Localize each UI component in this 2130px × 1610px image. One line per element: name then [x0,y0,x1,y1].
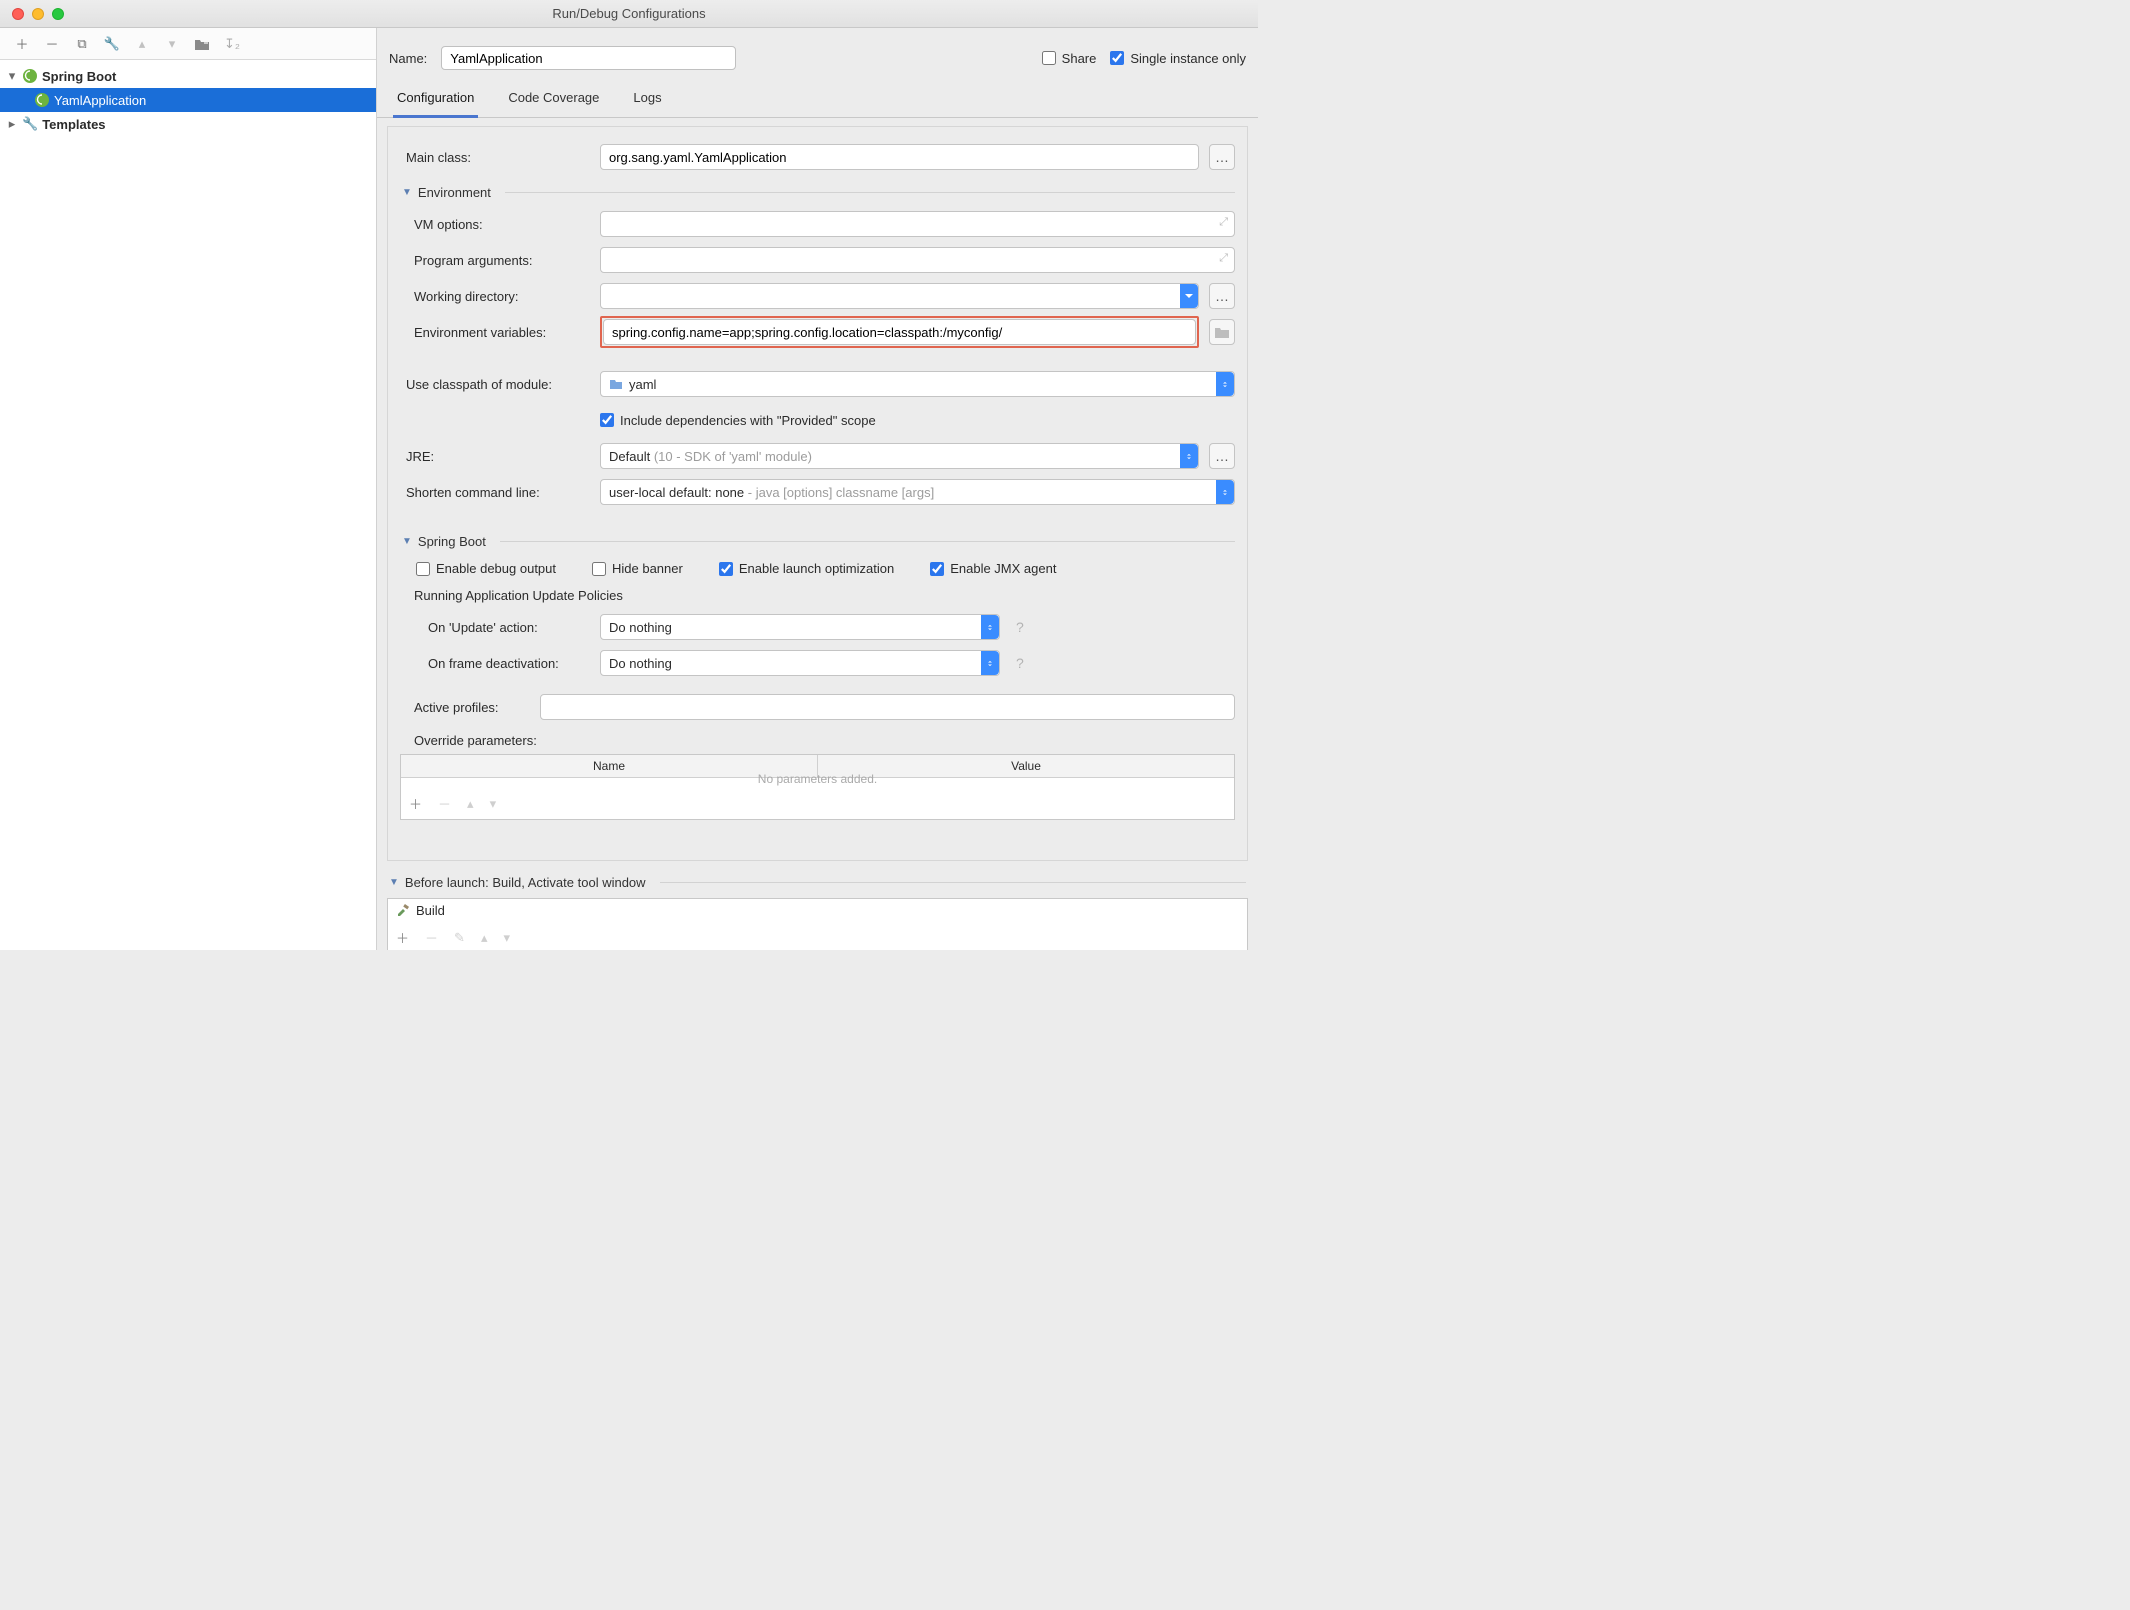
config-tabs: Configuration Code Coverage Logs [377,82,1258,118]
move-down-icon[interactable]: ▾ [503,930,510,946]
main-class-label: Main class: [400,150,590,165]
include-provided-label: Include dependencies with "Provided" sco… [620,413,876,428]
before-launch-item-build[interactable]: Build [388,899,1247,922]
tree-label: YamlApplication [54,93,146,108]
config-content: Name: Share Single instance only Configu… [377,28,1258,950]
add-config-icon[interactable]: ＋ [14,36,30,52]
titlebar: Run/Debug Configurations [0,0,1258,28]
update-policies-heading: Running Application Update Policies [400,584,1235,609]
tree-node-templates[interactable]: ▸ 🔧 Templates [0,112,376,136]
working-dir-input[interactable] [600,283,1199,309]
chevron-down-icon: ▾ [6,68,18,84]
tab-logs[interactable]: Logs [629,82,665,117]
tree-node-springboot[interactable]: ▾ Spring Boot [0,64,376,88]
remove-before-icon[interactable]: － [425,928,438,947]
before-launch-list: Build ＋ － ✎ ▴ ▾ [387,898,1248,950]
classpath-module-label: Use classpath of module: [400,377,590,392]
configurations-sidebar: ＋ － ⧉ 🔧 ▴ ▾ ↧₂ ▾ Spring Boot [0,28,377,950]
remove-config-icon[interactable]: － [44,36,60,52]
single-instance-label: Single instance only [1130,51,1246,66]
config-name-input[interactable] [441,46,736,70]
springboot-section-label: Spring Boot [418,534,486,549]
hammer-icon [396,904,410,918]
env-vars-browse-button[interactable] [1209,319,1235,345]
module-icon [609,377,623,391]
program-args-label: Program arguments: [400,253,590,268]
sort-icon[interactable]: ↧₂ [224,36,240,52]
on-update-select[interactable]: Do nothing [600,614,1000,640]
move-down-icon[interactable]: ▾ [164,36,180,52]
on-update-label: On 'Update' action: [400,620,590,635]
edit-defaults-icon[interactable]: 🔧 [104,36,120,52]
spring-boot-icon [22,68,38,84]
move-up-icon[interactable]: ▴ [134,36,150,52]
config-tree: ▾ Spring Boot YamlApplication ▸ 🔧 Templa… [0,60,376,950]
enable-debug-checkbox[interactable]: Enable debug output [416,561,556,576]
window-title: Run/Debug Configurations [0,6,1258,21]
copy-config-icon[interactable]: ⧉ [74,36,90,52]
move-up-icon[interactable]: ▴ [467,796,474,812]
vm-options-label: VM options: [400,217,590,232]
browse-working-dir-button[interactable]: … [1209,283,1235,309]
share-checkbox[interactable]: Share [1042,51,1097,66]
shorten-cmd-select[interactable]: user-local default: none - java [options… [600,479,1235,505]
name-label: Name: [389,51,427,66]
spring-boot-icon [34,92,50,108]
remove-param-icon[interactable]: － [438,794,451,813]
environment-section-label: Environment [418,185,491,200]
main-class-input[interactable] [600,144,1199,170]
tab-configuration[interactable]: Configuration [393,82,478,118]
sidebar-toolbar: ＋ － ⧉ 🔧 ▴ ▾ ↧₂ [0,28,376,60]
tree-node-yamlapplication[interactable]: YamlApplication [0,88,376,112]
browse-jre-button[interactable]: … [1209,443,1235,469]
move-up-icon[interactable]: ▴ [481,930,488,946]
add-param-icon[interactable]: ＋ [409,794,422,813]
override-params-label: Override parameters: [400,725,1235,750]
override-params-table: Name Value No parameters added. ＋ － ▴ ▾ [400,754,1235,820]
build-label: Build [416,903,445,918]
chevron-down-icon[interactable]: ▼ [389,877,399,888]
help-icon[interactable]: ? [1016,655,1024,671]
enable-jmx-checkbox[interactable]: Enable JMX agent [930,561,1056,576]
jre-select[interactable]: Default (10 - SDK of 'yaml' module) [600,443,1199,469]
share-label: Share [1062,51,1097,66]
help-icon[interactable]: ? [1016,619,1024,635]
chevron-right-icon: ▸ [6,116,18,132]
single-instance-checkbox[interactable]: Single instance only [1110,51,1246,66]
classpath-module-select[interactable]: yaml [600,371,1235,397]
active-profiles-label: Active profiles: [400,700,530,715]
shorten-cmd-label: Shorten command line: [400,485,590,500]
move-down-icon[interactable]: ▾ [490,796,497,812]
env-vars-label: Environment variables: [400,325,590,340]
jre-label: JRE: [400,449,590,464]
edit-before-icon[interactable]: ✎ [454,930,465,946]
add-before-icon[interactable]: ＋ [396,928,409,947]
folder-group-icon[interactable] [194,36,210,52]
classpath-module-value: yaml [629,377,656,392]
column-name: Name [401,755,818,777]
tree-label: Spring Boot [42,69,116,84]
column-value: Value [818,755,1234,777]
tree-label: Templates [42,117,105,132]
on-frame-label: On frame deactivation: [400,656,590,671]
chevron-down-icon[interactable]: ▼ [402,187,412,198]
before-launch-label: Before launch: Build, Activate tool wind… [405,875,646,890]
vm-options-input[interactable] [600,211,1235,237]
active-profiles-input[interactable] [540,694,1235,720]
hide-banner-checkbox[interactable]: Hide banner [592,561,683,576]
tab-code-coverage[interactable]: Code Coverage [504,82,603,117]
include-provided-checkbox[interactable]: Include dependencies with "Provided" sco… [600,413,876,428]
working-dir-label: Working directory: [400,289,590,304]
on-frame-select[interactable]: Do nothing [600,650,1000,676]
browse-main-class-button[interactable]: … [1209,144,1235,170]
enable-launch-opt-checkbox[interactable]: Enable launch optimization [719,561,894,576]
chevron-down-icon[interactable]: ▼ [402,536,412,547]
wrench-icon: 🔧 [22,116,38,132]
program-args-input[interactable] [600,247,1235,273]
env-vars-input[interactable] [603,319,1196,345]
